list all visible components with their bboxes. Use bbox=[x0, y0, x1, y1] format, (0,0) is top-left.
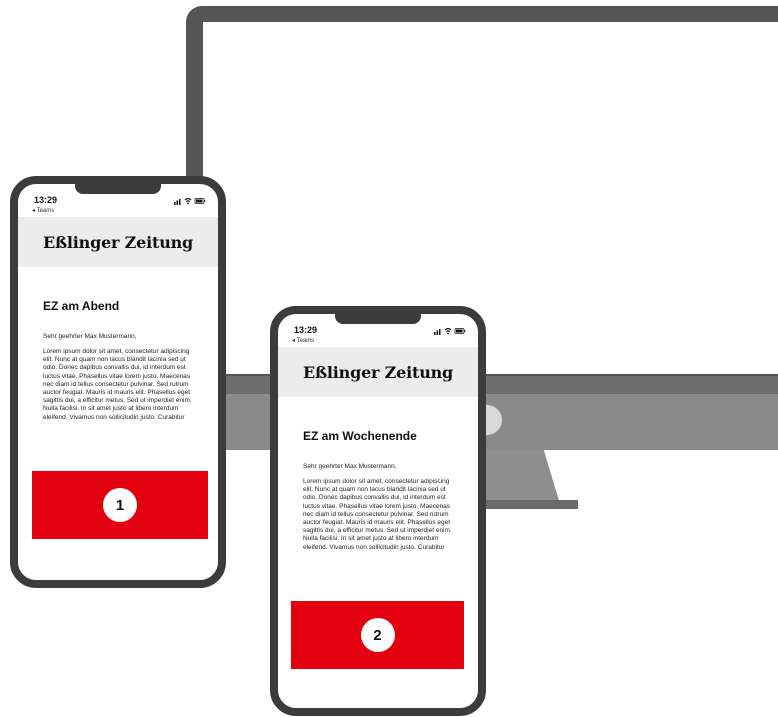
number-badge: 2 bbox=[360, 618, 395, 652]
status-time: 13:29 bbox=[294, 325, 318, 335]
phone-evening: 13:29 ◂ Teams Eßlinger Zeitung EZ am Abe… bbox=[10, 176, 226, 588]
newsletter-title: EZ am Wochenende bbox=[303, 429, 417, 443]
phone-notch bbox=[335, 314, 421, 324]
newsletter-title: EZ am Abend bbox=[43, 299, 120, 313]
newsletter-content: EZ am Abend Sehr geehrter Max Mustermann… bbox=[43, 299, 196, 422]
back-link[interactable]: ◂ Teams bbox=[32, 207, 54, 214]
newsletter-content: EZ am Wochenende Sehr geehrter Max Muste… bbox=[303, 429, 456, 552]
status-time: 13:29 bbox=[34, 195, 58, 205]
back-link[interactable]: ◂ Teams bbox=[292, 337, 314, 344]
phone-notch bbox=[75, 184, 161, 194]
brand-logo: Eßlinger Zeitung bbox=[42, 232, 194, 252]
number-badge: 1 bbox=[103, 488, 137, 522]
status-bar: 13:29 ◂ Teams bbox=[32, 195, 206, 217]
status-icons bbox=[434, 327, 466, 337]
highlight-box: 2 bbox=[291, 601, 464, 669]
newspaper-banner: Eßlinger Zeitung bbox=[18, 217, 218, 267]
signal-wifi-battery-icon bbox=[434, 327, 466, 335]
newspaper-banner: Eßlinger Zeitung bbox=[278, 347, 478, 397]
status-icons bbox=[174, 197, 206, 207]
body-text: Lorem ipsum dolor sit amet, consectetur … bbox=[43, 348, 192, 421]
status-bar: 13:29 ◂ Teams bbox=[292, 325, 466, 347]
greeting: Sehr geehrter Max Mustermann, bbox=[303, 463, 397, 470]
highlight-box: 1 bbox=[32, 471, 208, 539]
signal-wifi-battery-icon bbox=[174, 197, 206, 205]
brand-logo: Eßlinger Zeitung bbox=[302, 362, 454, 382]
phone-weekend: 13:29 ◂ Teams Eßlinger Zeitung EZ am Woc… bbox=[270, 306, 486, 716]
greeting: Sehr geehrter Max Mustermann, bbox=[43, 333, 137, 340]
body-text: Lorem ipsum dolor sit amet, consectetur … bbox=[303, 478, 452, 551]
